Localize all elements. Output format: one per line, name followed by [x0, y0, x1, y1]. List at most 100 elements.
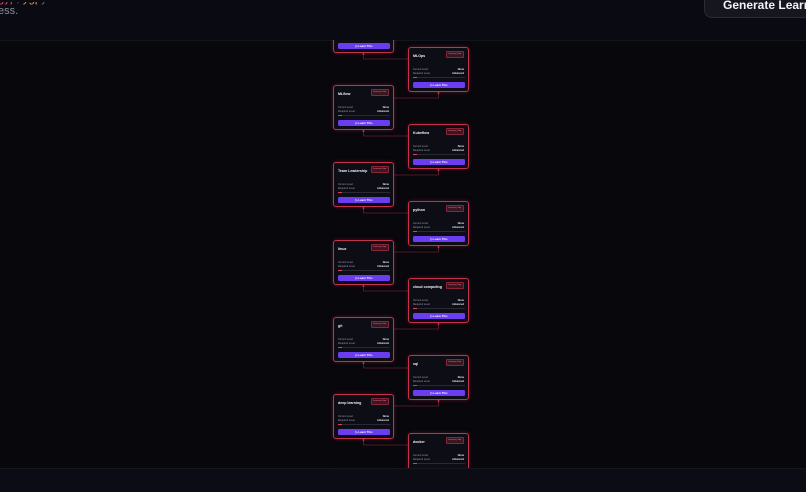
- progress-bar: [338, 424, 390, 425]
- learning-gap-badge: Learning Gap: [371, 244, 389, 251]
- learn-button-label: Learn This: [358, 276, 373, 280]
- connector-dot: [437, 323, 440, 325]
- learning-path-track[interactable]: Learning Gap Current Level None Required Le…: [0, 40, 806, 468]
- skill-card: git Learning Gap Current Level None Required…: [333, 317, 394, 362]
- learn-button-label: Learn This: [433, 391, 448, 395]
- learn-this-button[interactable]: ▷ Learn This: [338, 429, 390, 435]
- current-level-label: Current Level: [338, 183, 354, 186]
- current-level-value: None: [382, 106, 389, 109]
- skill-title: cloud computing: [413, 285, 442, 289]
- subtitle-fragment: y: [41, 2, 47, 5]
- connector-dot: [362, 207, 365, 209]
- learn-button-label: Learn This: [358, 121, 373, 125]
- skill-title: MLOps: [413, 54, 426, 58]
- learning-gap-badge: Learning Gap: [446, 359, 464, 366]
- learning-gap-badge: Learning Gap: [371, 398, 389, 405]
- top-header: gyp, ygpy ess. Generate Learn: [0, 0, 806, 41]
- skill-card: python Learning Gap Current Level None Requi…: [408, 201, 469, 246]
- connector-dot: [362, 130, 365, 132]
- connector-dot: [437, 169, 440, 171]
- progress-fill: [338, 424, 343, 425]
- progress-bar: [413, 231, 465, 232]
- progress-fill: [338, 270, 343, 271]
- skill-card: linux Learning Gap Current Level None Requir…: [333, 240, 394, 285]
- progress-bar: [413, 154, 465, 155]
- skill-card: deep learning Learning Gap Current Level No…: [333, 394, 394, 439]
- current-level-label: Current Level: [338, 106, 354, 109]
- required-level-label: Required Level: [413, 149, 430, 152]
- connector-dot: [437, 246, 440, 248]
- learning-gap-badge: Learning Gap: [446, 282, 464, 289]
- skill-title: linux: [338, 247, 347, 251]
- progress-bar: [413, 308, 465, 309]
- progress-fill: [413, 385, 418, 386]
- connector-dot: [437, 400, 440, 402]
- required-level-label: Required Level: [338, 110, 355, 113]
- required-level-value: Advanced: [377, 110, 389, 113]
- required-level-label: Required Level: [338, 187, 355, 190]
- connector-dot: [362, 285, 365, 287]
- current-level-value: None: [457, 299, 464, 302]
- learn-this-button[interactable]: ▷ Learn This: [338, 120, 390, 126]
- connector-dot: [437, 92, 440, 94]
- current-level-label: Current Level: [338, 415, 354, 418]
- learn-this-button[interactable]: ▷ Learn This: [338, 352, 390, 358]
- current-level-value: None: [382, 261, 389, 264]
- current-level-value: None: [457, 222, 464, 225]
- learn-button-label: Learn This: [433, 83, 448, 87]
- current-level-label: Current Level: [413, 454, 429, 457]
- current-level-value: None: [457, 68, 464, 71]
- progress-fill: [413, 154, 418, 155]
- learning-gap-badge: Learning Gap: [446, 205, 464, 212]
- skill-title: docker: [413, 440, 425, 444]
- learn-button-label: Learn This: [433, 237, 448, 241]
- learn-this-button[interactable]: ▷ Learn This: [413, 236, 465, 242]
- required-level-value: Advanced: [377, 187, 389, 190]
- progress-fill: [413, 463, 418, 464]
- current-level-value: None: [382, 183, 389, 186]
- required-level-label: Required Level: [413, 72, 430, 75]
- current-level-value: None: [457, 454, 464, 457]
- page-subtitle: gyp, ygpy ess.: [0, 2, 360, 30]
- connector-dot: [362, 362, 365, 364]
- required-level-label: Required Level: [413, 380, 430, 383]
- required-level-label: Required Level: [338, 265, 355, 268]
- learning-gap-badge: Learning Gap: [446, 128, 464, 135]
- required-level-value: Advanced: [452, 458, 464, 461]
- bottom-bar: [0, 468, 806, 492]
- learn-this-button[interactable]: ▷ Learn This: [413, 390, 465, 396]
- learn-this-button[interactable]: ▷ Learn This: [413, 82, 465, 88]
- required-level-label: Required Level: [413, 226, 430, 229]
- generate-learning-path-button[interactable]: Generate Learn: [704, 0, 806, 18]
- connector-dot: [362, 53, 365, 55]
- required-level-value: Advanced: [377, 265, 389, 268]
- required-level-value: Advanced: [452, 72, 464, 75]
- learn-button-label: Learn This: [358, 430, 373, 434]
- progress-fill: [338, 115, 343, 116]
- required-level-label: Required Level: [338, 419, 355, 422]
- current-level-value: None: [457, 145, 464, 148]
- progress-bar: [413, 385, 465, 386]
- skill-card: Team Leadership Learning Gap Current Level…: [333, 162, 394, 207]
- skill-title: python: [413, 208, 425, 212]
- learn-this-button[interactable]: ▷ Learn This: [338, 275, 390, 281]
- skill-title: git: [338, 324, 343, 328]
- skill-card: MLOps Learning Gap Current Level None Requir…: [408, 47, 469, 92]
- learn-this-button[interactable]: ▷ Learn This: [413, 313, 465, 319]
- progress-bar: [338, 347, 390, 348]
- skill-title: Kubeflow: [413, 131, 430, 135]
- required-level-value: Advanced: [377, 419, 389, 422]
- skill-title: MLflow: [338, 92, 351, 96]
- learning-gap-badge: Learning Gap: [371, 89, 389, 96]
- progress-fill: [413, 308, 418, 309]
- subtitle-line2: ess.: [0, 5, 19, 17]
- required-level-value: Advanced: [377, 342, 389, 345]
- skill-title: Team Leadership: [338, 169, 368, 173]
- progress-fill: [338, 192, 343, 193]
- progress-bar: [338, 270, 390, 271]
- learn-this-button[interactable]: ▷ Learn This: [338, 43, 390, 49]
- learn-this-button[interactable]: ▷ Learn This: [338, 197, 390, 203]
- required-level-value: Advanced: [452, 303, 464, 306]
- learn-this-button[interactable]: ▷ Learn This: [413, 159, 465, 165]
- required-level-value: Advanced: [452, 226, 464, 229]
